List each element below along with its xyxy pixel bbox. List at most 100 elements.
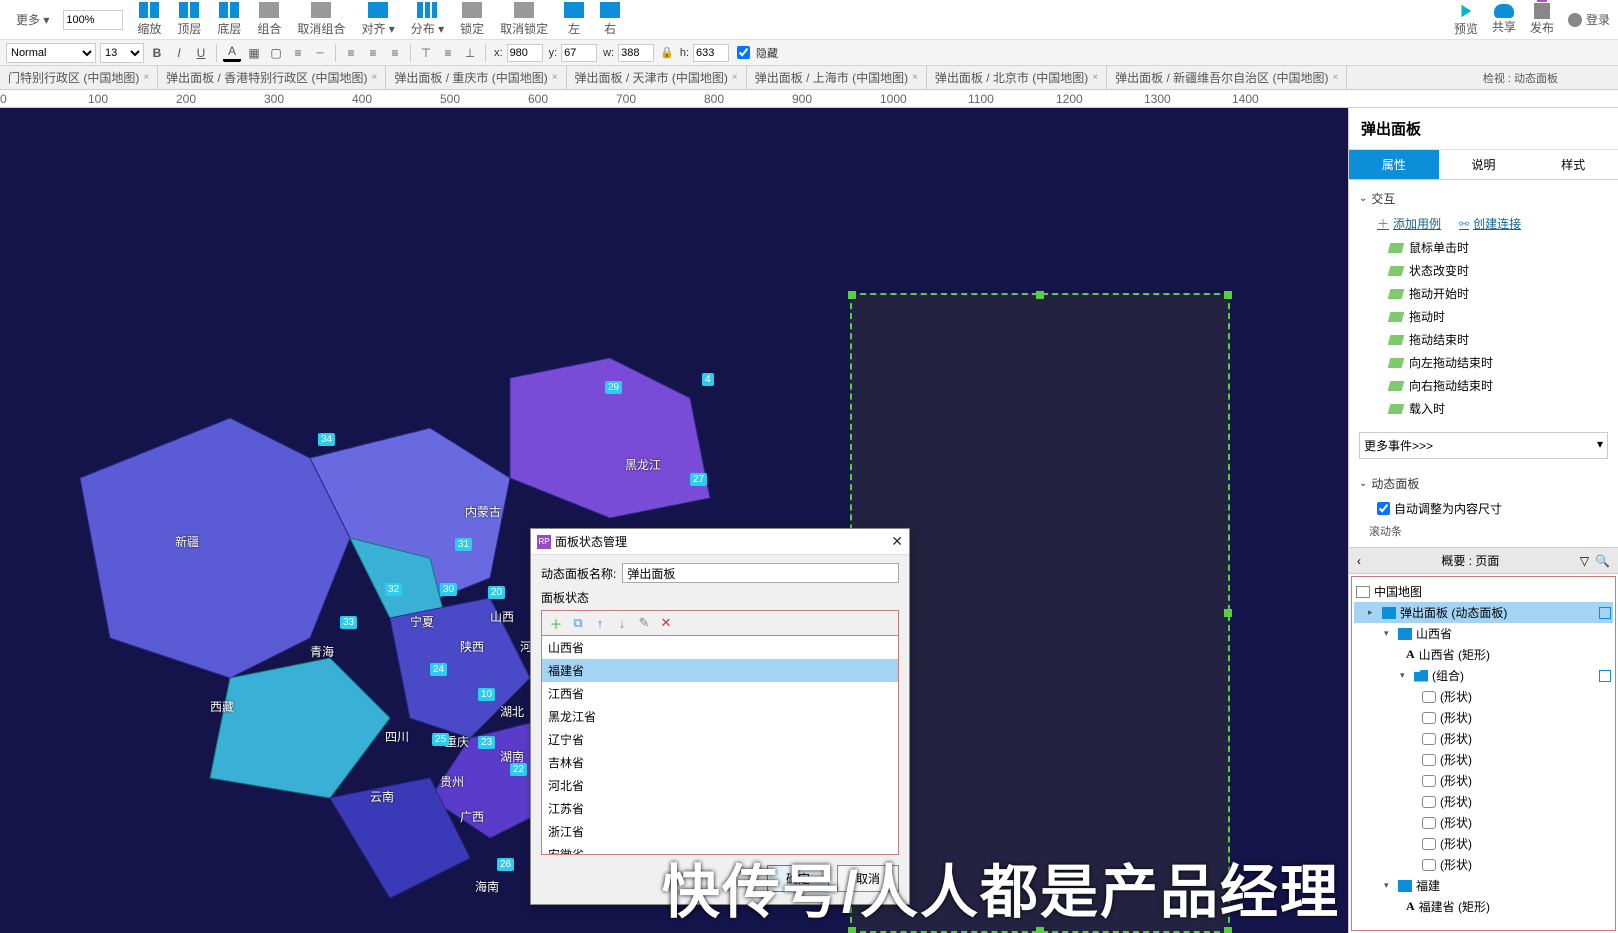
font-color-button[interactable]: A (223, 44, 241, 62)
event-item[interactable]: 载入时 (1359, 397, 1608, 420)
state-list-item[interactable]: 山西省 (542, 636, 898, 659)
login-button[interactable]: 登录 (1568, 11, 1610, 28)
outline-state2[interactable]: ▾福建 (1354, 875, 1613, 896)
event-item[interactable]: 拖动开始时 (1359, 282, 1608, 305)
interact-section[interactable]: ⌄交互 (1359, 186, 1608, 211)
btn-ungroup[interactable]: 取消组合 (297, 2, 345, 37)
state-list-item[interactable]: 江西省 (542, 682, 898, 705)
valign-top-button[interactable]: ⊤ (417, 44, 435, 62)
delete-state-button[interactable]: ✕ (658, 615, 674, 631)
create-link-link[interactable]: ⚯创建连接 (1459, 215, 1521, 232)
state-list[interactable]: 山西省福建省江西省黑龙江省辽宁省吉林省河北省江苏省浙江省安徽省山东省 (541, 635, 899, 855)
outline-shape[interactable]: (形状) (1354, 707, 1613, 728)
more-events-select[interactable]: 更多事件>>>▾ (1359, 432, 1608, 459)
tab-properties[interactable]: 属性 (1349, 150, 1439, 180)
share-button[interactable]: 共享 (1492, 4, 1516, 35)
outline-dp[interactable]: ▸弹出面板 (动态面板) (1354, 602, 1613, 623)
state-list-item[interactable]: 吉林省 (542, 751, 898, 774)
event-item[interactable]: 向左拖动结束时 (1359, 351, 1608, 374)
y-input[interactable] (561, 44, 597, 62)
btn-lock[interactable]: 锁定 (460, 2, 484, 37)
event-item[interactable]: 向右拖动结束时 (1359, 374, 1608, 397)
add-case-link[interactable]: ＋添加用例 (1377, 215, 1441, 232)
border-color-button[interactable]: ▢ (267, 44, 285, 62)
font-size-select[interactable]: 13 (100, 43, 144, 63)
btn-group[interactable]: 组合 (257, 2, 281, 37)
publish-button[interactable]: 发布 (1530, 3, 1554, 36)
more-menu[interactable]: 更多 ▾ (16, 11, 49, 28)
close-tab-icon[interactable]: × (552, 72, 558, 83)
close-tab-icon[interactable]: × (912, 72, 918, 83)
event-item[interactable]: 状态改变时 (1359, 259, 1608, 282)
btn-distribute[interactable]: 分布 ▾ (411, 2, 444, 37)
bold-button[interactable]: B (148, 44, 166, 62)
canvas[interactable]: 新疆西藏青海内蒙古黑龙江宁夏陕西山西河北四川重庆湖北贵州湖南云南广西海南 429… (0, 108, 1348, 933)
w-input[interactable] (618, 44, 654, 62)
outline-rect1[interactable]: A山西省 (矩形) (1354, 644, 1613, 665)
panel-name-input[interactable] (622, 563, 899, 583)
outline-shape[interactable]: (形状) (1354, 854, 1613, 875)
event-item[interactable]: 拖动时 (1359, 305, 1608, 328)
valign-bot-button[interactable]: ⊥ (461, 44, 479, 62)
h-input[interactable] (693, 44, 729, 62)
outline-filter-icon[interactable]: ▽ (1580, 554, 1589, 568)
outline-shape[interactable]: (形状) (1354, 812, 1613, 833)
btn-left[interactable]: 左 (564, 2, 584, 37)
event-item[interactable]: 拖动结束时 (1359, 328, 1608, 351)
canvas-tab[interactable]: 弹出面板 / 天津市 (中国地图)× (567, 66, 747, 90)
outline-tree[interactable]: 中国地图 ▸弹出面板 (动态面板) ▾山西省 A山西省 (矩形) ▾(组合) (… (1351, 576, 1616, 931)
btn-unlock[interactable]: 取消锁定 (500, 2, 548, 37)
close-tab-icon[interactable]: × (732, 72, 738, 83)
dialog-close-button[interactable]: ✕ (891, 533, 903, 550)
auto-resize-checkbox[interactable] (1377, 502, 1390, 515)
dialog-titlebar[interactable]: RP 面板状态管理 ✕ (531, 529, 909, 555)
lock-icon[interactable]: 🔒 (660, 46, 674, 59)
canvas-tab[interactable]: 弹出面板 / 新疆维吾尔自治区 (中国地图)× (1107, 66, 1347, 90)
align-center-button[interactable]: ≡ (364, 44, 382, 62)
canvas-tab[interactable]: 门特别行政区 (中国地图)× (0, 66, 158, 90)
zoom-select[interactable] (63, 10, 123, 30)
canvas-tab[interactable]: 弹出面板 / 上海市 (中国地图)× (747, 66, 927, 90)
fill-color-button[interactable]: ▦ (245, 44, 263, 62)
btn-right[interactable]: 右 (600, 2, 620, 37)
close-tab-icon[interactable]: × (1332, 72, 1338, 83)
state-list-item[interactable]: 河北省 (542, 774, 898, 797)
visibility-toggle[interactable] (1599, 607, 1611, 619)
visibility-toggle[interactable] (1599, 670, 1611, 682)
outline-shape[interactable]: (形状) (1354, 728, 1613, 749)
outline-shape[interactable]: (形状) (1354, 749, 1613, 770)
outline-shape[interactable]: (形状) (1354, 833, 1613, 854)
outline-page[interactable]: 中国地图 (1354, 581, 1613, 602)
btn-align[interactable]: 对齐 ▾ (361, 2, 394, 37)
outline-shape[interactable]: (形状) (1354, 770, 1613, 791)
dp-section[interactable]: ⌄动态面板 (1359, 471, 1608, 496)
hidden-checkbox[interactable] (737, 46, 750, 59)
close-tab-icon[interactable]: × (372, 72, 378, 83)
move-down-button[interactable]: ↓ (614, 615, 630, 631)
line-style-button[interactable]: ┄ (311, 44, 329, 62)
event-item[interactable]: 鼠标单击时 (1359, 236, 1608, 259)
tab-notes[interactable]: 说明 (1439, 150, 1529, 180)
valign-mid-button[interactable]: ≡ (439, 44, 457, 62)
btn-zoom[interactable]: 缩放 (137, 2, 161, 37)
outline-shape[interactable]: (形状) (1354, 791, 1613, 812)
state-list-item[interactable]: 浙江省 (542, 820, 898, 843)
state-list-item[interactable]: 安徽省 (542, 843, 898, 855)
underline-button[interactable]: U (192, 44, 210, 62)
preview-button[interactable]: 预览 (1454, 2, 1478, 37)
style-select[interactable]: Normal (6, 43, 96, 63)
outline-rect2[interactable]: A福建省 (矩形) (1354, 896, 1613, 917)
line-width-button[interactable]: ≡ (289, 44, 307, 62)
canvas-tab[interactable]: 弹出面板 / 香港特别行政区 (中国地图)× (158, 66, 386, 90)
edit-state-button[interactable]: ✎ (636, 615, 652, 631)
ok-button[interactable]: 确定 (767, 865, 829, 892)
duplicate-state-button[interactable]: ⧉ (570, 615, 586, 631)
close-tab-icon[interactable]: × (1092, 72, 1098, 83)
add-state-button[interactable]: ＋ (548, 615, 564, 631)
move-up-button[interactable]: ↑ (592, 615, 608, 631)
italic-button[interactable]: I (170, 44, 188, 62)
state-list-item[interactable]: 黑龙江省 (542, 705, 898, 728)
btn-back[interactable]: 底层 (217, 2, 241, 37)
btn-front[interactable]: 顶层 (177, 2, 201, 37)
align-left-button[interactable]: ≡ (342, 44, 360, 62)
